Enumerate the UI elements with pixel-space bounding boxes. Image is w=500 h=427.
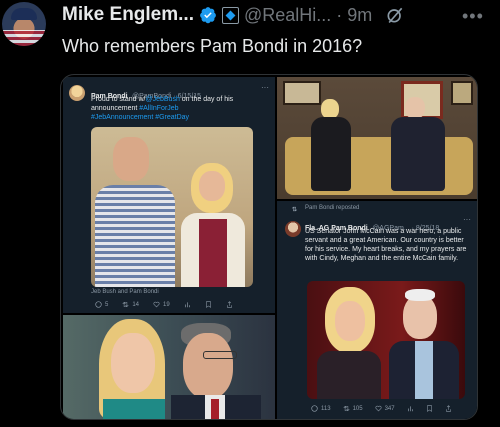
embedded-tweet-jeb: Pam Bondi @PamBondi · 6/15/15 ··· Proud … <box>63 77 275 313</box>
repost-icon <box>343 406 350 411</box>
embedded-tweet-mccain: Pam Bondi reposted Fla. AG Pam Bondi @AG… <box>277 201 477 419</box>
person-head <box>113 137 149 181</box>
person-shirt <box>95 185 175 287</box>
embedded-more-icon: ··· <box>463 215 471 224</box>
like-count: 19 <box>153 301 170 308</box>
repost-count: 105 <box>343 405 363 412</box>
reply-icon <box>95 301 102 308</box>
pam-bondi-avatar <box>69 85 85 101</box>
person-suit <box>391 117 445 191</box>
photo-caption: Jeb Bush and Pam Bondi <box>91 289 159 295</box>
person-face <box>199 171 225 201</box>
share-icon <box>226 301 232 308</box>
person-tie <box>211 399 219 419</box>
person-hair <box>321 99 339 119</box>
author-handle[interactable]: @RealHi... <box>244 5 331 26</box>
person-top <box>103 399 165 419</box>
repost-label: Pam Bondi reposted <box>305 205 360 211</box>
closeup-photo <box>63 315 275 419</box>
bookmark-icon <box>205 301 211 308</box>
embedded-action-bar: 5 14 19 <box>95 301 233 308</box>
post-header: Mike Englem... @RealHi... · 9m <box>62 4 405 26</box>
more-options-icon[interactable]: ••• <box>462 6 484 27</box>
person-face <box>111 333 155 393</box>
avatar-hat <box>11 8 37 20</box>
glasses <box>203 351 237 359</box>
repost-icon <box>122 302 129 307</box>
person-hair <box>405 289 435 301</box>
reply-icon <box>311 405 318 412</box>
bookmark-icon <box>426 405 432 412</box>
ag-bondi-avatar <box>285 221 301 237</box>
embedded-tweet-text: Proud to stand w/@JebBush on the day of … <box>91 96 234 121</box>
post-media-image[interactable]: Pam Bondi @PamBondi · 6/15/15 ··· Proud … <box>60 74 478 420</box>
person-suit <box>311 117 351 191</box>
person-face <box>183 333 233 399</box>
wall-frame <box>283 81 321 105</box>
embedded-action-bar: 113 105 347 <box>311 405 452 412</box>
office-photo <box>277 77 477 199</box>
embedded-more-icon: ··· <box>261 83 269 92</box>
post-text: Who remembers Pam Bondi in 2016? <box>62 36 363 56</box>
person-shirt <box>415 341 433 399</box>
views-icon <box>184 302 190 308</box>
like-count: 347 <box>375 405 395 412</box>
wall-frame <box>451 81 473 105</box>
heart-icon <box>375 405 382 412</box>
separator: · <box>336 4 343 25</box>
repost-indicator-icon <box>291 206 298 212</box>
verified-badge-icon <box>200 7 216 24</box>
repost-count: 14 <box>122 301 139 308</box>
person-head <box>405 97 425 119</box>
person-head <box>403 295 437 339</box>
bondi-mccain-photo <box>307 281 465 399</box>
reply-count: 5 <box>95 301 108 308</box>
author-avatar[interactable] <box>2 2 46 46</box>
share-icon <box>445 405 451 412</box>
affiliation-badge-icon[interactable] <box>221 6 239 24</box>
author-name[interactable]: Mike Englem... <box>62 4 194 26</box>
heart-icon <box>153 301 160 308</box>
grok-icon[interactable] <box>385 5 405 25</box>
person-dress <box>199 219 227 287</box>
person-top <box>317 351 381 399</box>
reply-count: 113 <box>311 405 331 412</box>
post-time[interactable]: 9m <box>347 5 372 26</box>
views-icon <box>407 406 413 412</box>
embedded-tweet-text: US Senator John McCain was a war hero, a… <box>305 228 467 262</box>
jeb-bondi-photo <box>91 127 253 287</box>
avatar-flag-background <box>2 30 46 46</box>
person-face <box>335 301 365 341</box>
